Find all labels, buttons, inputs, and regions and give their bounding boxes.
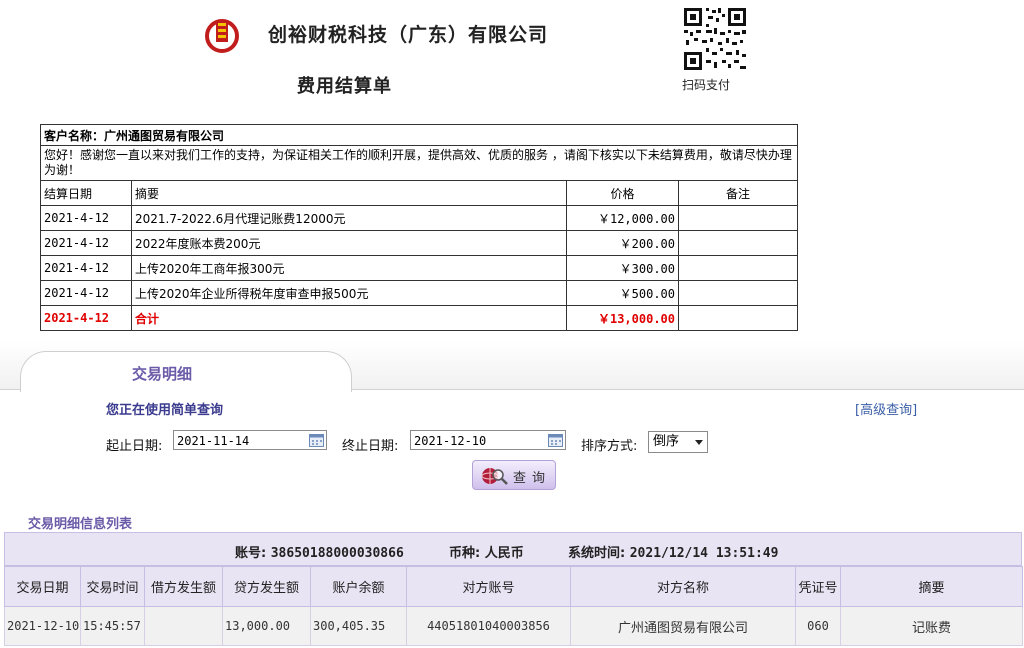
column-header: 摘要 bbox=[131, 180, 567, 206]
tx-date: 2021-12-10 bbox=[4, 606, 81, 646]
start-date-label: 起止日期: bbox=[106, 439, 163, 454]
currency-label: 币种: bbox=[449, 546, 481, 561]
total-label: 合计 bbox=[131, 305, 567, 331]
item-description: 2021.7-2022.6月代理记账费12000元 bbox=[131, 205, 567, 231]
settle-date: 2021-4-12 bbox=[40, 280, 132, 306]
system-time-label: 系统时间: bbox=[568, 546, 626, 561]
total-note bbox=[677, 305, 799, 331]
column-header: 价格 bbox=[566, 180, 679, 206]
column-header: 贷方发生额 bbox=[222, 566, 311, 607]
calendar-icon[interactable] bbox=[548, 433, 563, 447]
column-header: 凭证号 bbox=[795, 566, 841, 607]
column-header: 备注 bbox=[677, 180, 799, 206]
item-note bbox=[677, 230, 799, 256]
total-row: 2021-4-12 合计 ￥13,000.00 bbox=[40, 305, 799, 331]
item-description: 2022年度账本费200元 bbox=[131, 230, 567, 256]
total-date: 2021-4-12 bbox=[40, 305, 132, 331]
query-button[interactable]: 查询 bbox=[472, 460, 556, 490]
tx-credit: 13,000.00 bbox=[222, 606, 311, 646]
table-row[interactable]: 2021-12-10 15:45:57 13,000.00 300,405.35… bbox=[4, 606, 1023, 646]
calendar-icon[interactable] bbox=[309, 433, 324, 447]
tx-balance: 300,405.35 bbox=[310, 606, 407, 646]
qr-label: 扫码支付 bbox=[682, 78, 731, 92]
simple-query-notice: 您正在使用简单查询 bbox=[106, 403, 224, 418]
column-header: 对方账号 bbox=[406, 566, 571, 607]
document-title: 费用结算单 bbox=[297, 76, 392, 97]
account-value: 38650188000030866 bbox=[270, 546, 404, 561]
query-button-label: 查询 bbox=[513, 471, 552, 486]
qr-code-image[interactable] bbox=[680, 4, 750, 74]
start-date-value: 2021-11-14 bbox=[177, 434, 250, 448]
end-date-input[interactable]: 2021-12-10 bbox=[410, 430, 566, 450]
list-title: 交易明细信息列表 bbox=[28, 517, 133, 532]
chevron-down-icon bbox=[695, 440, 703, 445]
column-header: 对方名称 bbox=[570, 566, 796, 607]
system-time-info: 系统时间: 2021/12/14 13:51:49 bbox=[568, 542, 778, 561]
item-price: ￥300.00 bbox=[566, 255, 679, 281]
currency-info: 币种: 人民币 bbox=[449, 542, 524, 561]
item-note bbox=[677, 205, 799, 231]
item-price: ￥500.00 bbox=[566, 280, 679, 306]
advanced-query-link[interactable]: [高级查询] bbox=[855, 399, 917, 418]
column-header: 交易时间 bbox=[80, 566, 145, 607]
start-date-input[interactable]: 2021-11-14 bbox=[173, 430, 327, 450]
column-header: 交易日期 bbox=[4, 566, 81, 607]
greeting-text: 您好！感谢您一直以来对我们工作的支持，为保证相关工作的顺利开展，提供高效、优质的… bbox=[39, 145, 799, 181]
tx-debit bbox=[144, 606, 223, 646]
search-icon bbox=[481, 468, 508, 485]
column-header: 账户余额 bbox=[310, 566, 407, 607]
column-header: 摘要 bbox=[840, 566, 1023, 607]
account-info-bar: 账号: 38650188000030866 币种: 人民币 系统时间: 2021… bbox=[4, 532, 1022, 566]
end-date-label: 终止日期: bbox=[342, 439, 399, 454]
column-header: 借方发生额 bbox=[144, 566, 223, 607]
table-row: 2021-4-12 2021.7-2022.6月代理记账费12000元 ￥12,… bbox=[40, 205, 799, 231]
item-description: 上传2020年工商年报300元 bbox=[131, 255, 567, 281]
item-price: ￥12,000.00 bbox=[566, 205, 679, 231]
end-date-value: 2021-12-10 bbox=[414, 434, 487, 448]
transaction-panel: 交易明细 您正在使用简单查询 [高级查询] 起止日期: 2021-11-14 终… bbox=[0, 341, 1024, 648]
system-time-value: 2021/12/14 13:51:49 bbox=[629, 546, 779, 561]
tab-label[interactable]: 交易明细 bbox=[132, 363, 192, 384]
tx-counter-name: 广州通图贸易有限公司 bbox=[570, 606, 796, 646]
table-row: 2021-4-12 2022年度账本费200元 ￥200.00 bbox=[40, 230, 799, 256]
account-info: 账号: 38650188000030866 bbox=[235, 542, 404, 561]
tx-summary: 记账费 bbox=[840, 606, 1023, 646]
tx-counter-account: 44051801040003856 bbox=[406, 606, 571, 646]
sort-select[interactable]: 倒序 bbox=[648, 431, 708, 453]
item-note bbox=[677, 280, 799, 306]
settle-date: 2021-4-12 bbox=[40, 230, 132, 256]
account-label: 账号: bbox=[235, 546, 267, 561]
table-row: 2021-4-12 上传2020年企业所得税年度审查申报500元 ￥500.00 bbox=[40, 280, 799, 306]
item-note bbox=[677, 255, 799, 281]
settlement-table: 客户名称：广州通图贸易有限公司 您好！感谢您一直以来对我们工作的支持，为保证相关… bbox=[39, 124, 799, 331]
customer-name: 客户名称：广州通图贸易有限公司 bbox=[39, 124, 799, 146]
company-logo bbox=[205, 19, 239, 53]
total-price: ￥13,000.00 bbox=[566, 305, 679, 331]
item-price: ￥200.00 bbox=[566, 230, 679, 256]
currency-value: 人民币 bbox=[484, 546, 524, 561]
settle-date: 2021-4-12 bbox=[40, 255, 132, 281]
table-row: 2021-4-12 上传2020年工商年报300元 ￥300.00 bbox=[40, 255, 799, 281]
company-name: 创裕财税科技（广东）有限公司 bbox=[268, 24, 549, 46]
sort-value: 倒序 bbox=[653, 434, 680, 449]
settle-date: 2021-4-12 bbox=[40, 205, 132, 231]
tx-time: 15:45:57 bbox=[80, 606, 145, 646]
item-description: 上传2020年企业所得税年度审查申报500元 bbox=[131, 280, 567, 306]
tx-voucher: 060 bbox=[795, 606, 841, 646]
tab-strip: 交易明细 bbox=[0, 341, 1024, 392]
sort-label: 排序方式: bbox=[581, 439, 638, 454]
transaction-table: 交易日期 交易时间 借方发生额 贷方发生额 账户余额 对方账号 对方名称 凭证号… bbox=[4, 566, 1023, 646]
column-header: 结算日期 bbox=[40, 180, 132, 206]
